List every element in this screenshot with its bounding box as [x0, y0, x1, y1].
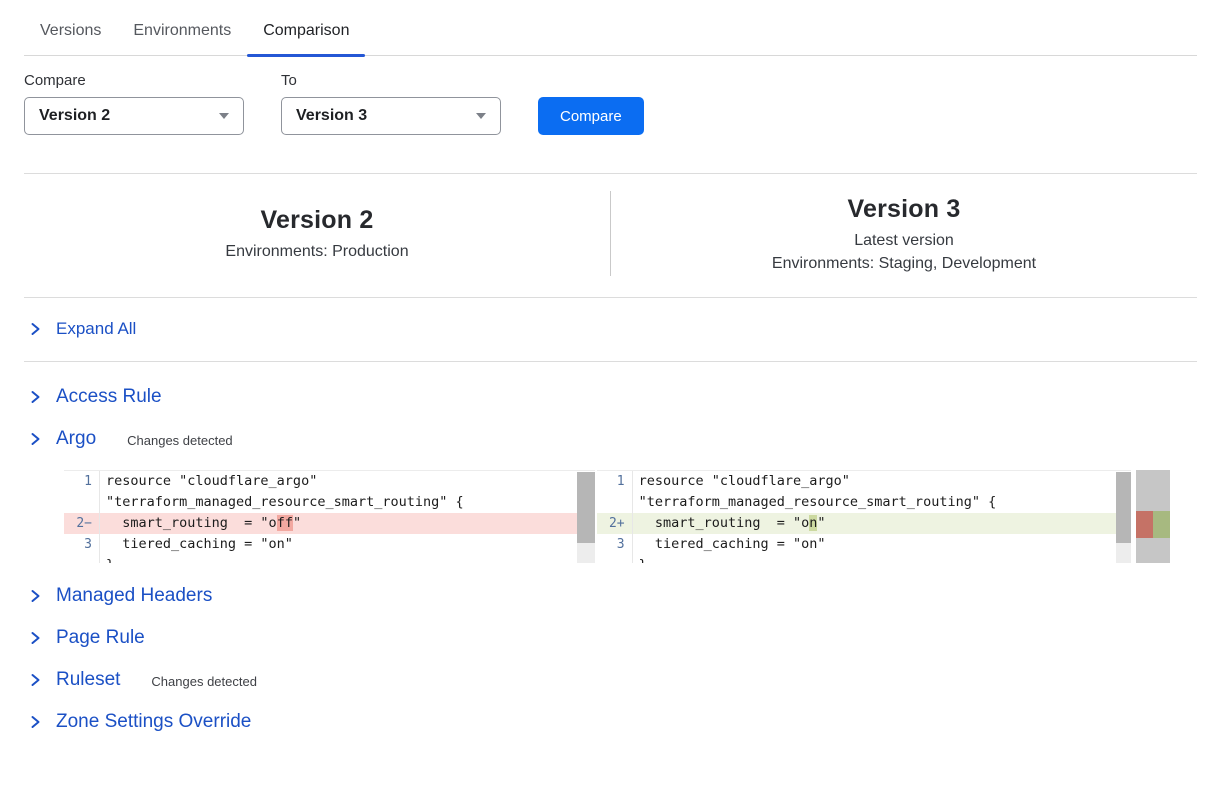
left-version-title: Version 2 — [24, 206, 610, 235]
line-number: 2+ — [597, 513, 633, 534]
diff-right-scrollbar[interactable] — [1116, 472, 1131, 563]
expand-all-label: Expand All — [56, 319, 136, 339]
code-line: 1resource "cloudflare_argo" — [597, 471, 1131, 492]
line-number: 1 — [64, 471, 100, 492]
chevron-right-icon — [30, 588, 41, 604]
section-access-rule[interactable]: Access Rule — [24, 376, 1197, 418]
section-label: Managed Headers — [56, 585, 212, 607]
section-label: Argo — [56, 428, 96, 450]
right-version-summary: Version 3 Latest version Environments: S… — [611, 195, 1197, 273]
line-number — [64, 492, 100, 513]
scrollbar-thumb[interactable] — [577, 472, 595, 543]
line-number — [597, 555, 633, 563]
argo-diff-viewer: 1resource "cloudflare_argo" "terraform_m… — [64, 470, 1170, 563]
section-zone-settings-override[interactable]: Zone Settings Override — [24, 701, 1197, 743]
removed-char-highlight: ff — [277, 515, 293, 531]
chevron-right-icon — [30, 672, 41, 688]
code-line-added: 2+ smart_routing = "on" — [597, 513, 1131, 534]
chevron-down-icon — [219, 113, 229, 119]
right-version-title: Version 3 — [611, 195, 1197, 224]
code-line: } — [64, 555, 595, 563]
section-managed-headers[interactable]: Managed Headers — [24, 575, 1197, 617]
line-number: 2− — [64, 513, 100, 534]
resource-sections: Access Rule Argo Changes detected 1resou… — [24, 376, 1197, 743]
chevron-right-icon — [30, 389, 41, 405]
diff-right-editor[interactable]: 1resource "cloudflare_argo" "terraform_m… — [597, 470, 1131, 563]
scrollbar-thumb[interactable] — [1116, 472, 1131, 543]
code-line: 3 tiered_caching = "on" — [597, 534, 1131, 555]
diff-left-scrollbar[interactable] — [577, 472, 595, 563]
code-line-removed: 2− smart_routing = "off" — [64, 513, 595, 534]
compare-to-label: To — [281, 72, 501, 89]
left-version-environments: Environments: Production — [24, 243, 610, 261]
code-line: 3 tiered_caching = "on" — [64, 534, 595, 555]
chevron-right-icon — [30, 630, 41, 646]
chevron-right-icon — [30, 714, 41, 730]
tab-bar: Versions Environments Comparison — [24, 0, 1197, 56]
compare-to-value: Version 3 — [296, 107, 367, 125]
line-number: 3 — [597, 534, 633, 555]
compare-from-select[interactable]: Version 2 — [24, 97, 244, 135]
diff-overview-ruler[interactable] — [1136, 470, 1170, 563]
chevron-right-icon — [30, 431, 41, 447]
overview-added-marker — [1153, 511, 1170, 538]
changes-detected-badge: Changes detected — [151, 671, 257, 689]
chevron-down-icon — [476, 113, 486, 119]
compare-button[interactable]: Compare — [538, 97, 644, 135]
line-number: 1 — [597, 471, 633, 492]
expand-all-button[interactable]: Expand All — [24, 298, 1197, 362]
code-line-wrap: "terraform_managed_resource_smart_routin… — [597, 492, 1131, 513]
version-comparison-header: Version 2 Environments: Production Versi… — [24, 174, 1197, 298]
overview-removed-marker — [1136, 511, 1153, 538]
section-argo[interactable]: Argo Changes detected — [24, 418, 1197, 460]
changes-detected-badge: Changes detected — [127, 430, 233, 448]
section-label: Ruleset — [56, 669, 120, 691]
compare-to-select[interactable]: Version 3 — [281, 97, 501, 135]
tab-comparison[interactable]: Comparison — [247, 16, 365, 55]
chevron-right-icon — [30, 321, 41, 337]
tab-environments[interactable]: Environments — [117, 16, 247, 55]
diff-left-editor[interactable]: 1resource "cloudflare_argo" "terraform_m… — [64, 470, 595, 563]
section-label: Page Rule — [56, 627, 145, 649]
right-version-environments: Environments: Staging, Development — [611, 255, 1197, 273]
line-number — [64, 555, 100, 563]
code-line: 1resource "cloudflare_argo" — [64, 471, 595, 492]
line-number: 3 — [64, 534, 100, 555]
left-version-summary: Version 2 Environments: Production — [24, 206, 610, 261]
section-ruleset[interactable]: Ruleset Changes detected — [24, 659, 1197, 701]
section-label: Access Rule — [56, 386, 162, 408]
section-label: Zone Settings Override — [56, 711, 251, 733]
tab-versions[interactable]: Versions — [24, 16, 117, 55]
compare-from-value: Version 2 — [39, 107, 110, 125]
code-line: } — [597, 555, 1131, 563]
compare-to-field: To Version 3 — [281, 72, 501, 135]
compare-from-field: Compare Version 2 — [24, 72, 244, 135]
line-number — [597, 492, 633, 513]
code-line-wrap: "terraform_managed_resource_smart_routin… — [64, 492, 595, 513]
right-version-subtitle: Latest version — [611, 232, 1197, 250]
section-page-rule[interactable]: Page Rule — [24, 617, 1197, 659]
compare-from-label: Compare — [24, 72, 244, 89]
compare-controls: Compare Version 2 To Version 3 Compare — [24, 72, 1200, 135]
